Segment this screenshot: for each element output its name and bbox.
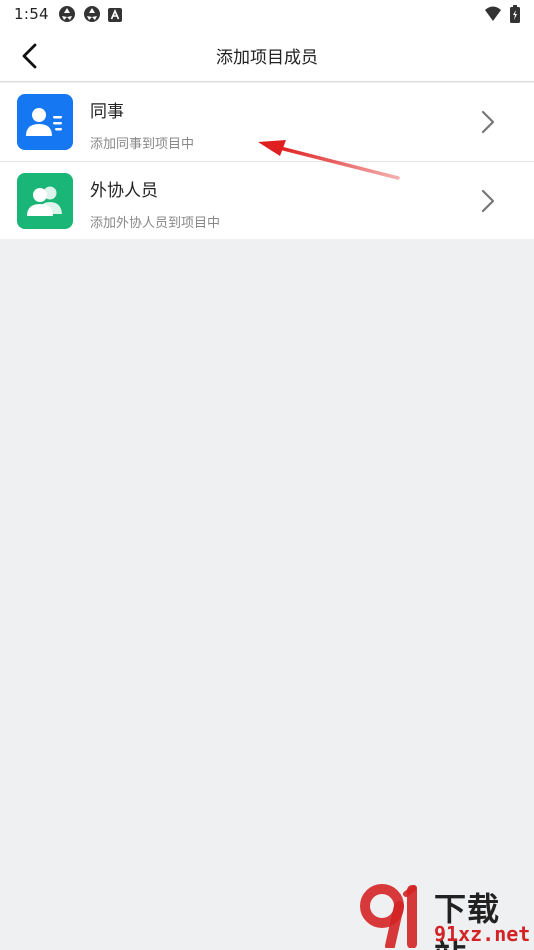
item-subtitle: 添加外协人员到项目中 bbox=[90, 216, 221, 231]
contact-card-icon bbox=[17, 94, 73, 150]
status-icons-right bbox=[484, 5, 520, 27]
list-item-colleague[interactable]: 同事 添加同事到项目中 bbox=[0, 83, 534, 161]
item-title: 外协人员 bbox=[90, 181, 158, 201]
list-item-external-staff[interactable]: 外协人员 添加外协人员到项目中 bbox=[0, 161, 534, 239]
status-icons-left bbox=[58, 5, 122, 27]
item-subtitle: 添加同事到项目中 bbox=[90, 137, 195, 152]
battery-charging-icon bbox=[510, 5, 520, 27]
status-time: 1:54 bbox=[14, 5, 49, 23]
watermark-url: 91xz.net bbox=[434, 922, 531, 946]
item-title: 同事 bbox=[90, 102, 124, 122]
screen: 1:54 添加项目成员 同事 添加同事到项目中 外协人员 添加外协人员到项目中 … bbox=[0, 0, 534, 950]
wifi-icon bbox=[484, 6, 502, 26]
app-bar: 添加项目成员 bbox=[0, 28, 534, 82]
page-title: 添加项目成员 bbox=[216, 48, 318, 68]
chevron-right-icon bbox=[481, 110, 495, 134]
watermark: 下载站 91xz.net bbox=[360, 882, 531, 950]
aperture-icon bbox=[58, 5, 76, 27]
status-bar: 1:54 bbox=[0, 0, 534, 28]
a-icon bbox=[108, 7, 122, 26]
chevron-right-icon bbox=[481, 189, 495, 213]
aperture-icon bbox=[83, 5, 101, 27]
member-type-list: 同事 添加同事到项目中 外协人员 添加外协人员到项目中 bbox=[0, 83, 534, 239]
two-people-icon bbox=[17, 173, 73, 229]
logo-icon bbox=[360, 884, 417, 948]
